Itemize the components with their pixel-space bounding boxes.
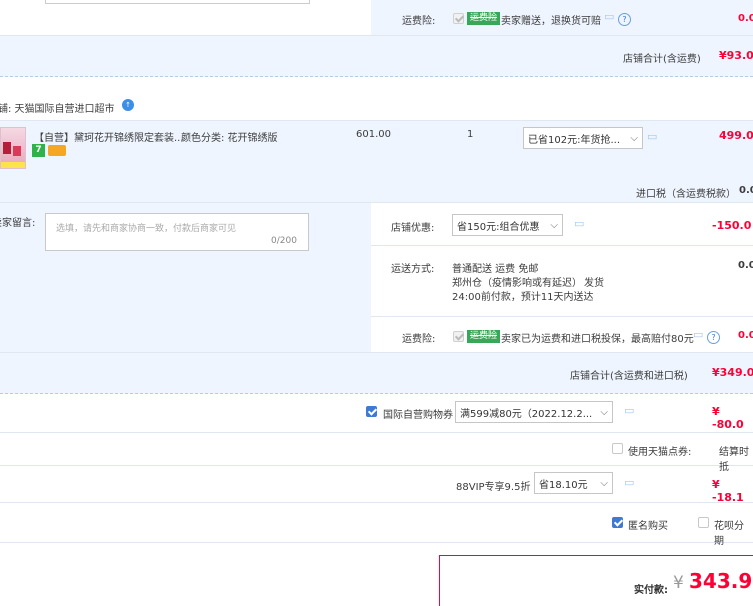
coupon-chat-icon[interactable]: ▭ xyxy=(624,404,634,417)
chevron-down-icon: ⌵ xyxy=(550,219,558,231)
store1-insurance-price: 0.0 xyxy=(738,13,753,24)
store-discount-row: 店铺优惠: 省150元:组合优惠 ⌵ ▭ -150.0 xyxy=(371,203,753,246)
vip-label: 88VIP专享9.5折 xyxy=(456,482,531,493)
store1-insurance-badge: 运费险 xyxy=(467,12,501,25)
vip-value: ¥ -18.1 xyxy=(712,478,744,504)
product-title[interactable]: 【自营】黛珂花开锦绣限定套装... xyxy=(34,129,184,144)
coupon-value: ¥ -80.0 xyxy=(712,405,744,431)
chevron-down-icon: ⌵ xyxy=(630,132,638,144)
vip-select-text: 省18.10元 xyxy=(539,479,588,491)
store2-header: 店铺: 天猫国际自营进口超市 ↑ xyxy=(0,94,753,120)
delivery-value: 0.0 xyxy=(738,260,753,271)
store2-total-label: 店铺合计(含运费和进口税) xyxy=(570,371,688,382)
product-discount-text: 已省102元:年货抢... xyxy=(528,134,620,146)
message-count: 0/200 xyxy=(271,236,297,246)
store2-insurance-badge: 运费险 xyxy=(467,330,501,343)
huabei-checkbox[interactable] xyxy=(698,517,709,528)
huabei-label: 花呗分期 xyxy=(714,521,744,547)
store2-total-value: ¥349.0 xyxy=(712,366,753,379)
product-subtotal: 499.0 xyxy=(719,129,753,142)
store2-badge-icon: ↑ xyxy=(122,99,134,111)
store2-insurance-desc: 卖家已为运费和进口税投保，最高赔付80元 xyxy=(501,334,694,345)
card-icon xyxy=(48,145,66,156)
store1-section: 运费险: 运费险 卖家赠送，退换货可赔 ▭ ? 0.0 xyxy=(0,0,753,36)
store1-total-value: ¥93.0 xyxy=(719,49,753,62)
coupon-label: 国际自营购物券 xyxy=(383,410,453,421)
delivery-method: 普通配送 运费 免邮 xyxy=(452,264,539,275)
message-placeholder: 选填，请先和商家协商一致，付款后商家可见 xyxy=(56,224,237,234)
store1-insurance-label: 运费险: xyxy=(402,16,436,27)
vip-select[interactable]: 省18.10元 ⌵ xyxy=(534,472,613,494)
store2-insurance-chat-icon[interactable]: ▭ xyxy=(693,328,703,341)
coupon-select[interactable]: 满599减80元（2022.12.2... ⌵ xyxy=(455,401,613,423)
product-variant: 颜色分类: 花开锦绣版 xyxy=(181,133,278,144)
product-row: 【自营】黛珂花开锦绣限定套装... 7 颜色分类: 花开锦绣版 601.00 1… xyxy=(0,120,753,203)
store-discount-text: 省150元:组合优惠 xyxy=(457,221,540,233)
product-unit-price: 601.00 xyxy=(356,129,391,140)
points-row: 使用天猫点券: 结算时抵 xyxy=(0,433,753,473)
pay-currency: ¥ xyxy=(673,573,684,593)
product-thumbnail[interactable] xyxy=(0,127,26,169)
points-checkbox[interactable] xyxy=(612,443,623,454)
import-tax-value: 0.0 xyxy=(739,185,753,196)
store2-name[interactable]: 店铺: 天猫国际自营进口超市 xyxy=(0,100,115,115)
coupon-select-text: 满599减80元（2022.12.2... xyxy=(460,408,593,420)
tmall-7-icon: 7 xyxy=(32,144,45,157)
store-discount-value: -150.0 xyxy=(712,219,752,232)
pay-amount: 343.90 xyxy=(689,569,753,593)
product-quantity: 1 xyxy=(467,129,474,140)
chevron-down-icon: ⌵ xyxy=(600,406,608,418)
delivery-row: 运送方式: 普通配送 运费 免邮 郑州仓（疫情影响或有延迟） 发货 24:00前… xyxy=(371,246,753,317)
delivery-time: 24:00前付款，预计11天内送达 xyxy=(452,292,594,303)
store1-total-bar: 店铺合计(含运费) ¥93.0 xyxy=(0,36,753,77)
product-discount-select[interactable]: 已省102元:年货抢... ⌵ xyxy=(523,127,643,149)
store2-options: 给卖家留言: 选填，请先和商家协商一致，付款后商家可见 0/200 店铺优惠: … xyxy=(0,202,753,353)
coupon-checkbox[interactable] xyxy=(366,406,377,417)
store2-insurance-checkbox[interactable] xyxy=(453,331,464,342)
vip-row: 88VIP专享9.5折 省18.10元 ⌵ ▭ ¥ -18.1 xyxy=(0,466,753,504)
points-label: 使用天猫点券: xyxy=(628,447,692,458)
anonymous-checkbox[interactable] xyxy=(612,517,623,528)
store2-insurance-help-icon[interactable]: ? xyxy=(707,331,720,344)
store1-chat-icon[interactable]: ▭ xyxy=(604,10,614,23)
store2-total-bar: 店铺合计(含运费和进口税) ¥349.0 xyxy=(0,352,753,394)
store-discount-label: 店铺优惠: xyxy=(391,223,435,234)
delivery-origin: 郑州仓（疫情影响或有延迟） xyxy=(452,278,582,289)
store1-help-icon[interactable]: ? xyxy=(618,13,631,26)
store1-total-label: 店铺合计(含运费) xyxy=(623,54,701,65)
store2-insurance-value: 0.0 xyxy=(738,330,753,341)
pay-box: 实付款: ¥ 343.90 xyxy=(439,555,753,606)
store1-insurance-checkbox[interactable] xyxy=(453,13,464,24)
delivery-label: 运送方式: xyxy=(391,264,435,275)
purchase-options-row: 匿名购买 花呗分期 xyxy=(0,503,753,547)
vip-chat-icon[interactable]: ▭ xyxy=(624,476,634,489)
import-tax-label: 进口税（含运费税款） xyxy=(636,189,736,200)
message-textarea[interactable]: 选填，请先和商家协商一致，付款后商家可见 0/200 xyxy=(45,213,309,251)
store2-insurance-label: 运费险: xyxy=(402,334,436,345)
delivery-ship: 发货 xyxy=(584,278,604,289)
store1-left-box xyxy=(45,0,310,4)
coupon-row: 国际自营购物券 满599减80元（2022.12.2... ⌵ ▭ ¥ -80.… xyxy=(0,393,753,433)
chevron-down-icon: ⌵ xyxy=(600,477,608,489)
message-label: 给卖家留言: xyxy=(0,218,36,229)
store2-insurance-row: 运费险: 运费险 卖家已为运费和进口税投保，最高赔付80元 ▭ ? 0.0 xyxy=(371,317,753,353)
anonymous-label: 匿名购买 xyxy=(628,521,668,532)
store-discount-chat-icon[interactable]: ▭ xyxy=(574,217,584,230)
product-chat-icon[interactable]: ▭ xyxy=(647,130,657,143)
store1-insurance-desc: 卖家赠送，退换货可赔 xyxy=(501,16,601,27)
store-discount-select[interactable]: 省150元:组合优惠 ⌵ xyxy=(452,214,563,236)
